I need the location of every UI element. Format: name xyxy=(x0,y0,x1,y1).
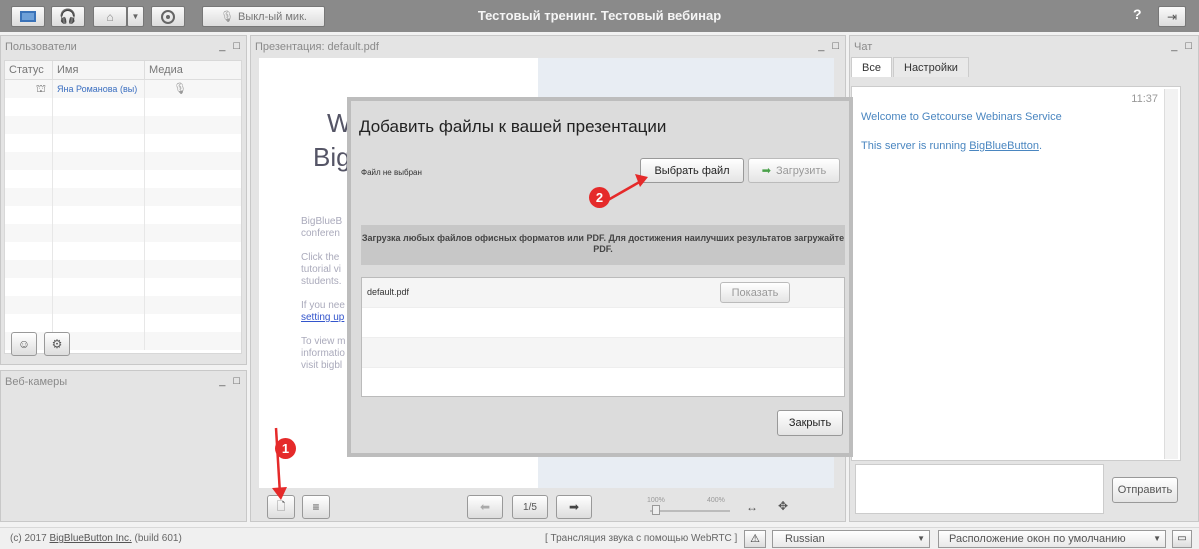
annotation-badge-2: 2 xyxy=(589,187,610,208)
annotation-arrows xyxy=(272,174,648,500)
annotation-badge-1: 1 xyxy=(275,438,296,459)
